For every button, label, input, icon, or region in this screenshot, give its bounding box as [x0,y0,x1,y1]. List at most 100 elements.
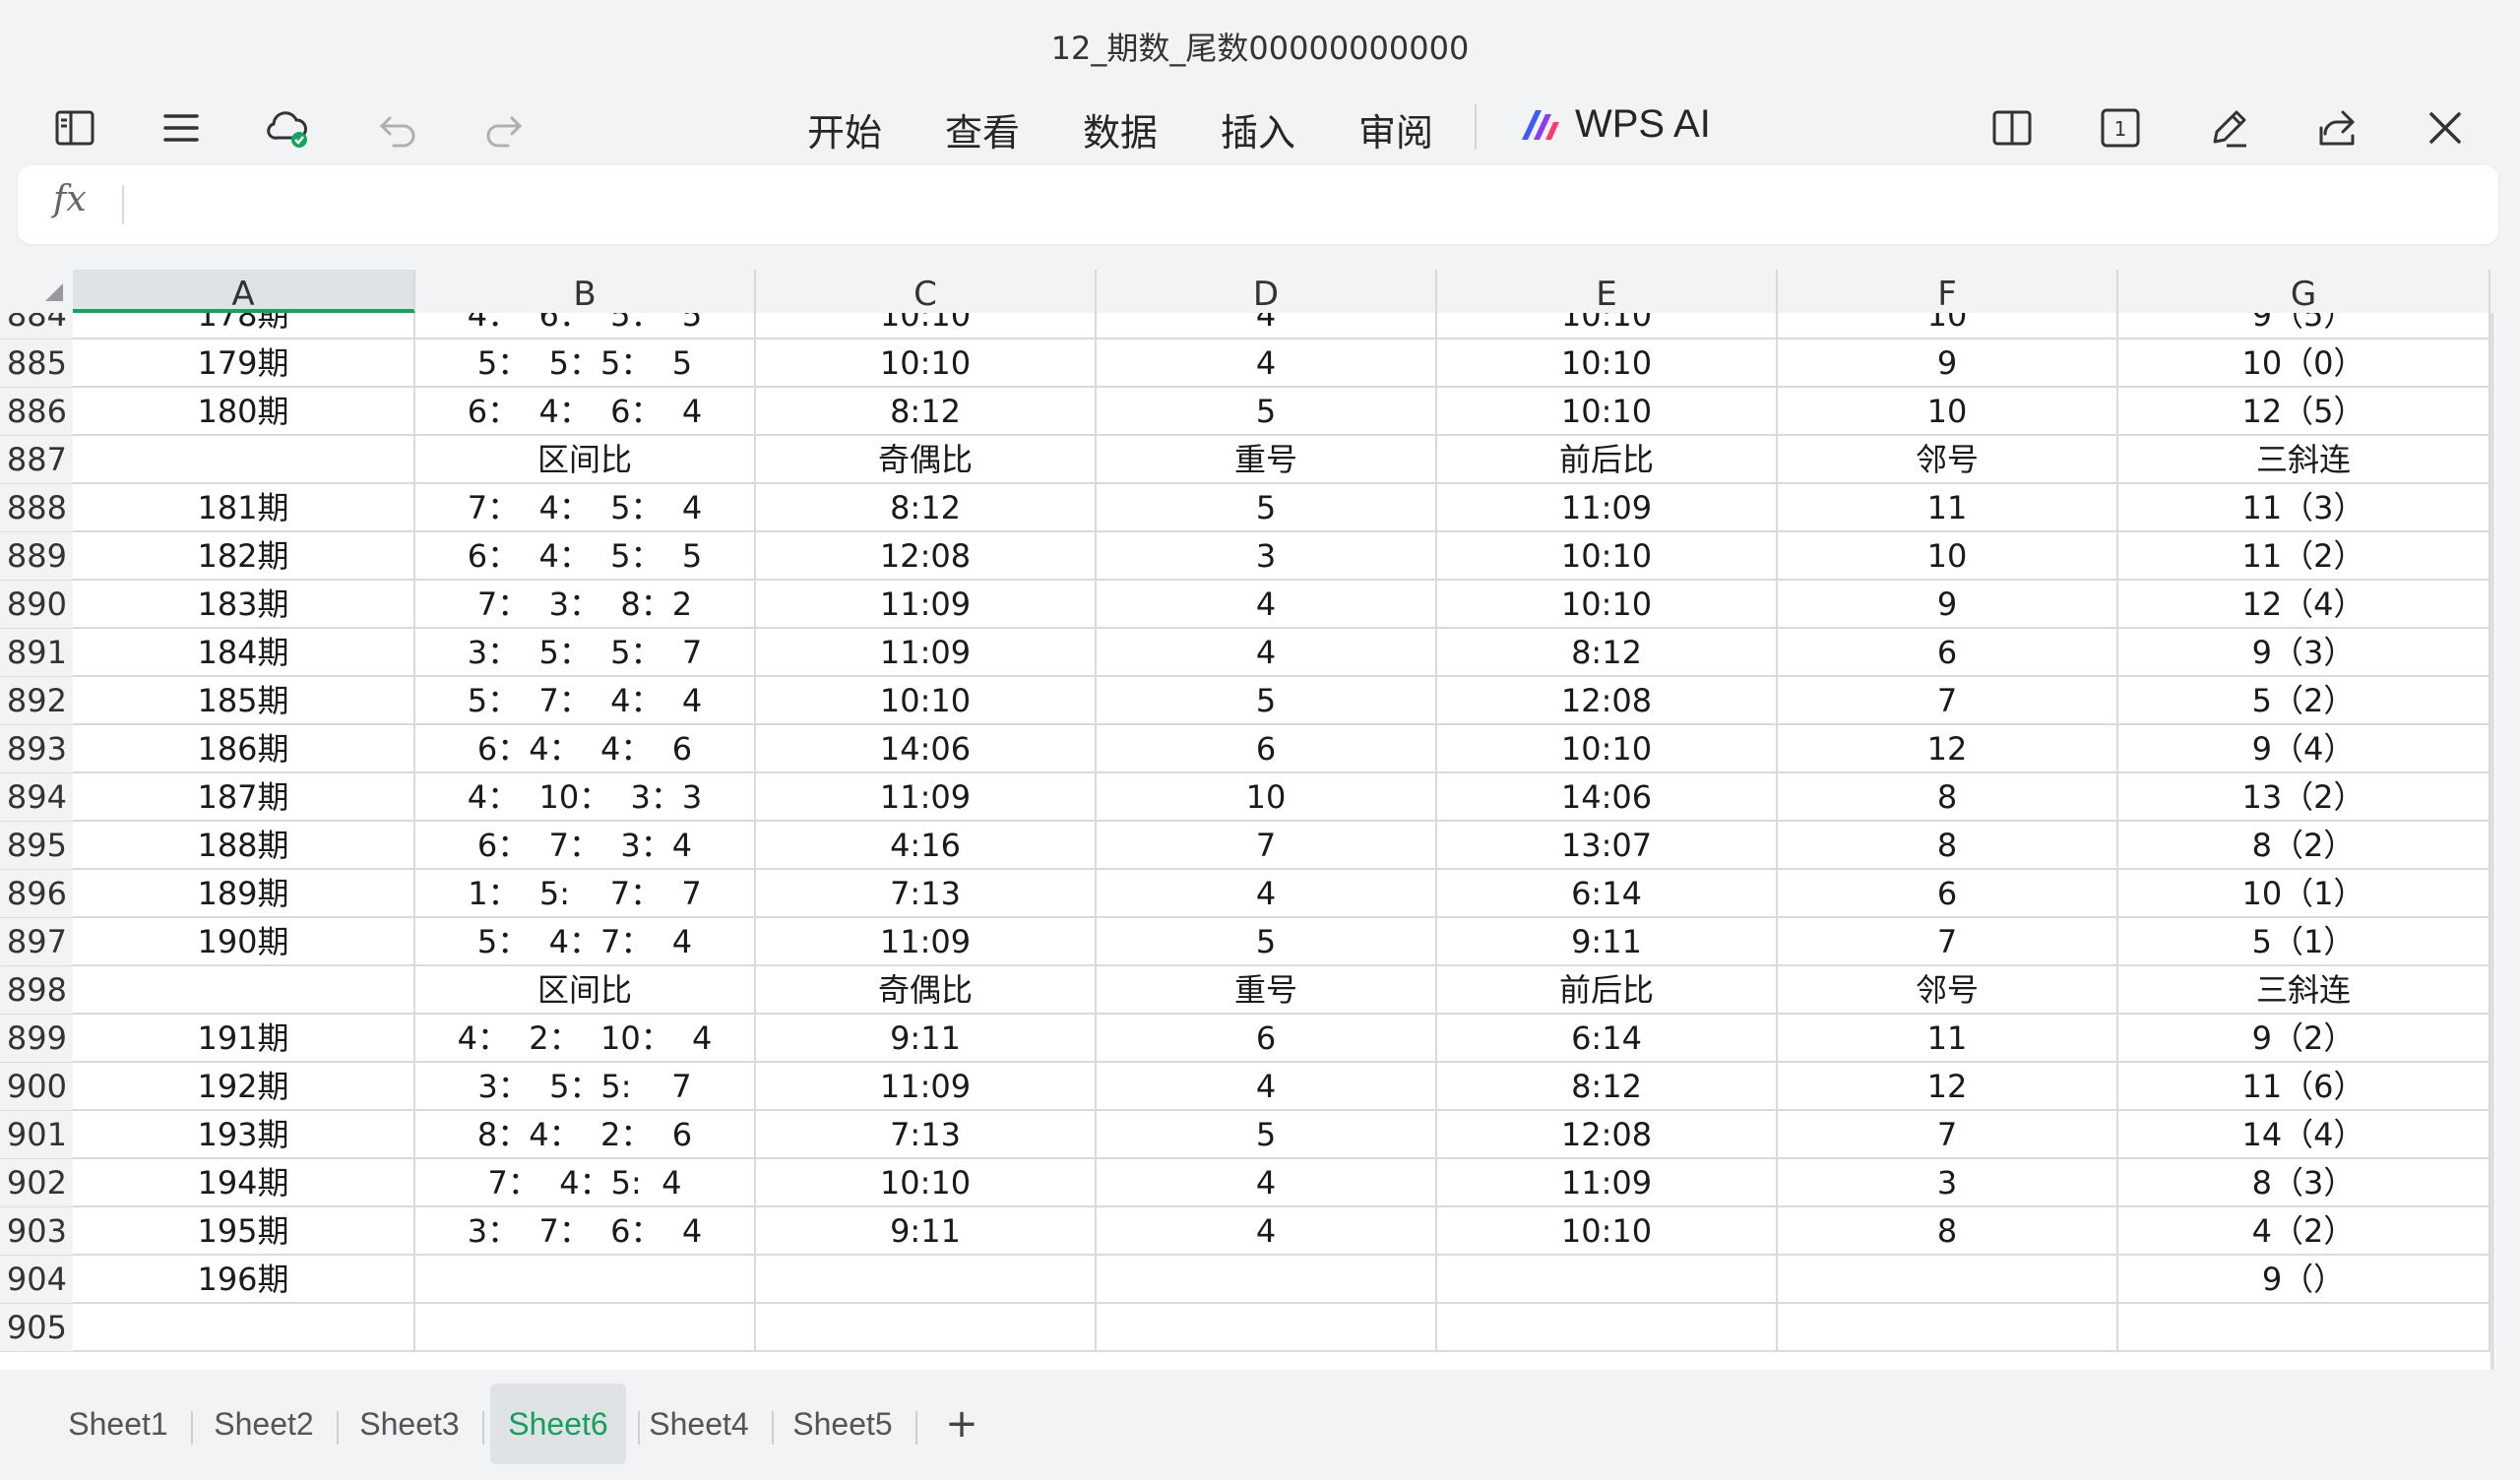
cell-g[interactable]: 12（5） [2118,388,2490,436]
cell-g[interactable]: 10（1） [2118,870,2490,918]
cell-g[interactable]: 13（2） [2118,773,2490,822]
cell-e[interactable]: 11:09 [1437,1159,1778,1207]
formula-input[interactable] [140,175,2487,236]
cell-g[interactable]: 9（4） [2118,725,2490,773]
cell-a[interactable]: 178期 [73,313,415,339]
cell-b[interactable]: 7： 4： 5： 4 [415,484,756,532]
cell-a[interactable] [73,436,415,484]
cell-f[interactable]: 11 [1778,1015,2118,1063]
cell-d[interactable]: 4 [1097,581,1437,629]
sidebar-toggle-icon[interactable] [47,100,102,155]
cell-f[interactable]: 10 [1778,388,2118,436]
cell-a[interactable]: 195期 [73,1207,415,1256]
cell-b[interactable]: 7： 3： 8：2 [415,581,756,629]
menu-icon[interactable] [154,100,209,155]
cell-c[interactable]: 9:11 [756,1207,1097,1256]
cell-f[interactable]: 8 [1778,822,2118,870]
cell-b[interactable]: 6： 4： 6： 4 [415,388,756,436]
cell-g[interactable]: 8（3） [2118,1159,2490,1207]
cell-b[interactable]: 1： 5: 7： 7 [415,870,756,918]
cell-c[interactable]: 7:13 [756,1111,1097,1159]
cell-a[interactable]: 182期 [73,532,415,581]
column-header-g[interactable]: G [2118,270,2490,314]
cell-c[interactable] [756,1256,1097,1304]
cell-b[interactable]: 3： 7： 6： 4 [415,1207,756,1256]
cell-c[interactable]: 10:10 [756,313,1097,339]
cell-a[interactable]: 196期 [73,1256,415,1304]
cell-d[interactable]: 4 [1097,1207,1437,1256]
cell-d[interactable]: 4 [1097,313,1437,339]
redo-icon[interactable] [476,100,532,155]
cell-e[interactable]: 10:10 [1437,532,1778,581]
split-view-icon[interactable] [1984,100,2040,155]
cell-f[interactable]: 7 [1778,1111,2118,1159]
cell-e[interactable]: 12:08 [1437,677,1778,725]
cell-e[interactable]: 12:08 [1437,1111,1778,1159]
cell-b[interactable]: 6： 7： 3：4 [415,822,756,870]
cell-b[interactable]: 5： 7： 4： 4 [415,677,756,725]
cell-e[interactable] [1437,1256,1778,1304]
cell-d[interactable]: 5 [1097,1111,1437,1159]
cell-d[interactable]: 重号 [1097,966,1437,1015]
menu-data[interactable]: 数据 [1083,102,1158,156]
cell-a[interactable]: 189期 [73,870,415,918]
menu-review[interactable]: 审阅 [1358,102,1433,156]
column-header-e[interactable]: E [1437,270,1778,314]
cell-a[interactable]: 179期 [73,339,415,388]
cell-b[interactable]: 5： 5：5： 5 [415,339,756,388]
cell-g[interactable]: 12（4） [2118,581,2490,629]
cell-b[interactable]: 8：4： 2： 6 [415,1111,756,1159]
cell-c[interactable]: 12:08 [756,532,1097,581]
cell-g[interactable]: 9（3） [2118,629,2490,677]
row-header[interactable]: 884 [0,313,73,339]
cell-f[interactable] [1778,1304,2118,1352]
cell-grid[interactable]: 884 178期 4： 6： 5： 5 10:10 4 10:10 10 9（5） 885 179… [0,313,2495,1370]
cell-d[interactable]: 3 [1097,532,1437,581]
row-header[interactable]: 903 [0,1207,73,1256]
wps-ai-button[interactable]: WPS AI [1516,100,1711,148]
cell-g[interactable]: 14（4） [2118,1111,2490,1159]
cell-e[interactable]: 10:10 [1437,725,1778,773]
cell-a[interactable]: 190期 [73,918,415,966]
cell-b[interactable]: 6： 4： 5： 5 [415,532,756,581]
cell-d[interactable]: 5 [1097,677,1437,725]
cell-d[interactable]: 4 [1097,1159,1437,1207]
cell-e[interactable]: 前后比 [1437,966,1778,1015]
cell-e[interactable]: 10:10 [1437,313,1778,339]
cell-d[interactable]: 4 [1097,339,1437,388]
cell-f[interactable]: 7 [1778,918,2118,966]
cell-e[interactable]: 11:09 [1437,484,1778,532]
cell-c[interactable]: 4:16 [756,822,1097,870]
cell-d[interactable]: 6 [1097,725,1437,773]
row-header[interactable]: 888 [0,484,73,532]
cell-a[interactable]: 191期 [73,1015,415,1063]
cell-a[interactable]: 192期 [73,1063,415,1111]
cell-d[interactable]: 4 [1097,870,1437,918]
undo-icon[interactable] [370,100,425,155]
cell-c[interactable] [756,1304,1097,1352]
cell-f[interactable]: 6 [1778,870,2118,918]
row-header[interactable]: 905 [0,1304,73,1352]
cell-c[interactable]: 8:12 [756,388,1097,436]
cell-d[interactable]: 4 [1097,1063,1437,1111]
cell-e[interactable]: 10:10 [1437,581,1778,629]
cell-d[interactable]: 5 [1097,918,1437,966]
column-header-b[interactable]: B [415,270,756,314]
cell-b[interactable]: 区间比 [415,966,756,1015]
cell-d[interactable]: 重号 [1097,436,1437,484]
row-header[interactable]: 886 [0,388,73,436]
cell-f[interactable]: 8 [1778,1207,2118,1256]
cell-a[interactable]: 187期 [73,773,415,822]
cell-a[interactable]: 188期 [73,822,415,870]
sheet-tab-sheet2[interactable]: Sheet2 [203,1384,325,1464]
cell-a[interactable]: 181期 [73,484,415,532]
cell-e[interactable]: 8:12 [1437,629,1778,677]
cell-b[interactable]: 3： 5： 5： 7 [415,629,756,677]
cell-g[interactable]: 三斜连 [2118,436,2490,484]
cell-g[interactable]: 5（1） [2118,918,2490,966]
row-header[interactable]: 897 [0,918,73,966]
cell-c[interactable]: 奇偶比 [756,436,1097,484]
cell-f[interactable]: 10 [1778,532,2118,581]
cell-b[interactable]: 5： 4：7： 4 [415,918,756,966]
add-sheet-button[interactable]: + [937,1384,986,1464]
